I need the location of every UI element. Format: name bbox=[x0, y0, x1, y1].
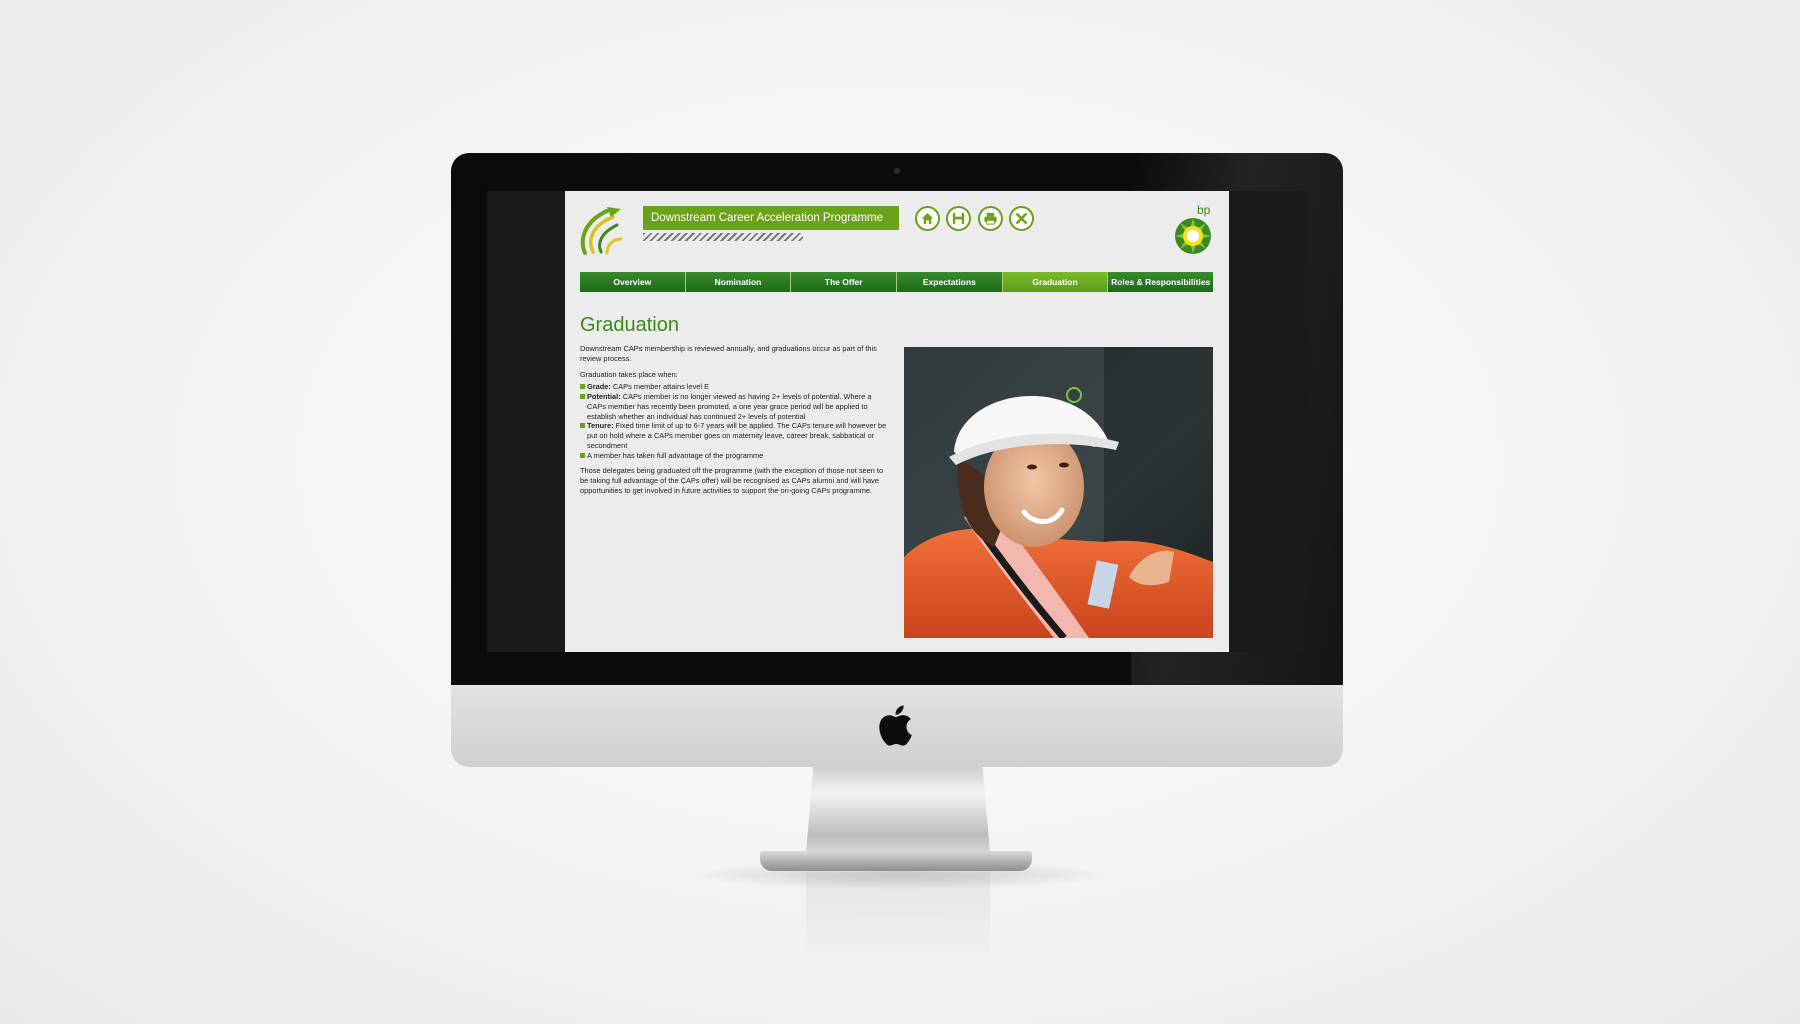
criteria-text: Fixed time limit of up to 6-7 years will… bbox=[587, 421, 887, 450]
main-nav: Overview Nomination The Offer Expectatio… bbox=[580, 272, 1214, 292]
criteria-text: A member has taken full advantage of the… bbox=[587, 450, 764, 460]
programme-logo bbox=[580, 207, 623, 255]
list-item: Grade: CAPs member attains level E bbox=[580, 382, 890, 392]
tab-roles-responsibilities[interactable]: Roles & Responsibilities bbox=[1108, 272, 1214, 292]
camera-icon bbox=[894, 168, 900, 174]
imac-stand-neck bbox=[806, 767, 990, 853]
content-body: Downstream CAPs membership is reviewed a… bbox=[580, 344, 890, 502]
save-button[interactable] bbox=[946, 206, 971, 231]
list-intro: Graduation takes place when: bbox=[580, 369, 678, 379]
close-button[interactable] bbox=[1009, 206, 1034, 231]
tab-nomination[interactable]: Nomination bbox=[685, 272, 792, 292]
apple-logo-icon bbox=[879, 705, 912, 746]
list-item: Potential: CAPs member is no longer view… bbox=[580, 392, 890, 421]
intro-paragraph: Downstream CAPs membership is reviewed a… bbox=[580, 344, 877, 363]
tab-overview[interactable]: Overview bbox=[580, 272, 686, 292]
imac-stand-foot bbox=[760, 851, 1032, 871]
criteria-text: CAPs member is no longer viewed as havin… bbox=[587, 392, 872, 421]
close-icon bbox=[1016, 213, 1027, 224]
tab-the-offer[interactable]: The Offer bbox=[791, 272, 898, 292]
closing-paragraph: Those delegates being graduated off the … bbox=[580, 466, 884, 495]
criteria-text: CAPs member attains level E bbox=[610, 382, 709, 392]
bp-helios-logo bbox=[1175, 218, 1211, 254]
list-item: A member has taken full advantage of the… bbox=[580, 451, 890, 461]
tab-graduation[interactable]: Graduation bbox=[1002, 272, 1109, 292]
screen: Downstream Career Acceleration Programme bbox=[487, 191, 1307, 652]
list-item: Tenure: Fixed time limit of up to 6-7 ye… bbox=[580, 421, 890, 450]
criteria-term: Tenure: bbox=[587, 421, 614, 431]
tab-expectations[interactable]: Expectations bbox=[897, 272, 1003, 292]
page-title: Graduation bbox=[580, 314, 679, 336]
worker-photo bbox=[904, 347, 1213, 638]
app-page: Downstream Career Acceleration Programme bbox=[565, 191, 1229, 652]
programme-title: Downstream Career Acceleration Programme bbox=[643, 206, 899, 230]
bp-wordmark: bp bbox=[1197, 203, 1211, 217]
criteria-term: Potential: bbox=[587, 392, 621, 402]
hatch-decoration bbox=[643, 233, 803, 241]
print-icon bbox=[984, 212, 997, 225]
criteria-list: Grade: CAPs member attains level E Poten… bbox=[580, 382, 890, 460]
save-icon bbox=[952, 212, 965, 225]
criteria-term: Grade: bbox=[587, 382, 611, 392]
home-button[interactable] bbox=[915, 206, 940, 231]
print-button[interactable] bbox=[978, 206, 1003, 231]
home-icon bbox=[921, 212, 934, 225]
stand-reflection bbox=[806, 872, 990, 962]
